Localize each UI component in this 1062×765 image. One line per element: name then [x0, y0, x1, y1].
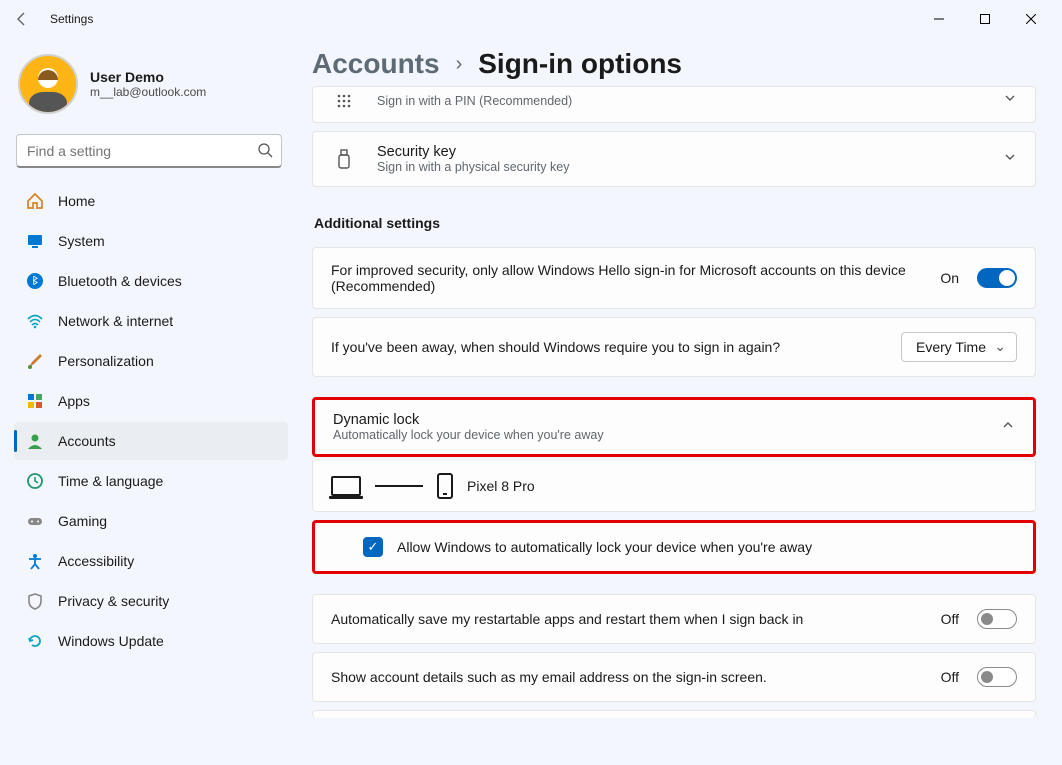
nav-gaming[interactable]: Gaming [14, 502, 288, 540]
nav-label: Network & internet [58, 313, 173, 329]
update-icon [26, 632, 44, 650]
allow-autolock-row[interactable]: ✓ Allow Windows to automatically lock yo… [312, 520, 1036, 574]
breadcrumb-parent[interactable]: Accounts [312, 48, 440, 80]
nav-label: Accessibility [58, 553, 134, 569]
require-signin-row: If you've been away, when should Windows… [312, 317, 1036, 377]
back-button[interactable] [8, 5, 36, 33]
accessibility-icon [26, 552, 44, 570]
nav-label: Time & language [58, 473, 163, 489]
nav-label: Apps [58, 393, 90, 409]
window-title: Settings [50, 12, 93, 26]
chevron-up-icon [1001, 418, 1015, 437]
person-icon [26, 432, 44, 450]
bluetooth-icon [26, 272, 44, 290]
toggle-state-label: Off [941, 669, 959, 685]
nav-apps[interactable]: Apps [14, 382, 288, 420]
nav-system[interactable]: System [14, 222, 288, 260]
require-signin-text: If you've been away, when should Windows… [331, 339, 887, 355]
usb-key-icon [331, 148, 357, 170]
allow-autolock-checkbox[interactable]: ✓ [363, 537, 383, 557]
nav-label: Personalization [58, 353, 154, 369]
restart-apps-toggle[interactable] [977, 609, 1017, 629]
nav-bluetooth[interactable]: Bluetooth & devices [14, 262, 288, 300]
security-key-title: Security key [377, 144, 993, 160]
dynamic-lock-subtitle: Automatically lock your device when you'… [333, 428, 991, 442]
show-account-details-text: Show account details such as my email ad… [331, 669, 927, 685]
show-account-details-row: Show account details such as my email ad… [312, 652, 1036, 702]
dynamic-lock-devices: Pixel 8 Pro [312, 461, 1036, 512]
laptop-icon [331, 476, 361, 496]
clock-icon [26, 472, 44, 490]
apps-icon [26, 392, 44, 410]
restart-apps-row: Automatically save my restartable apps a… [312, 594, 1036, 644]
toggle-state-label: Off [941, 611, 959, 627]
nav-privacy[interactable]: Privacy & security [14, 582, 288, 620]
security-key-subtitle: Sign in with a physical security key [377, 160, 993, 174]
nav-personalization[interactable]: Personalization [14, 342, 288, 380]
nav-label: Home [58, 193, 95, 209]
dynamic-lock-header[interactable]: Dynamic lock Automatically lock your dev… [312, 397, 1036, 457]
nav-label: Gaming [58, 513, 107, 529]
profile-email: m__lab@outlook.com [90, 85, 206, 99]
hello-only-row: For improved security, only allow Window… [312, 247, 1036, 309]
avatar [18, 54, 78, 114]
page-title: Sign-in options [478, 48, 682, 80]
additional-settings-heading: Additional settings [314, 215, 1036, 231]
chevron-down-icon [1003, 91, 1017, 110]
nav-time[interactable]: Time & language [14, 462, 288, 500]
search-input[interactable] [16, 134, 282, 168]
wifi-icon [26, 312, 44, 330]
nav-label: Bluetooth & devices [58, 273, 182, 289]
show-account-details-toggle[interactable] [977, 667, 1017, 687]
link-line-icon [375, 485, 423, 487]
phone-icon [437, 473, 453, 499]
nav-label: Privacy & security [58, 593, 169, 609]
gamepad-icon [26, 512, 44, 530]
nav-accounts[interactable]: Accounts [14, 422, 288, 460]
paired-device-name: Pixel 8 Pro [467, 478, 535, 494]
dynamic-lock-title: Dynamic lock [333, 412, 991, 428]
partial-next-row [312, 710, 1036, 718]
chevron-down-icon [1003, 150, 1017, 169]
nav-accessibility[interactable]: Accessibility [14, 542, 288, 580]
nav-label: System [58, 233, 105, 249]
toggle-state-label: On [940, 270, 959, 286]
security-key-row[interactable]: Security key Sign in with a physical sec… [312, 131, 1036, 187]
chevron-right-icon: › [456, 53, 463, 76]
pin-option-row[interactable]: Sign in with a PIN (Recommended) [312, 86, 1036, 123]
brush-icon [26, 352, 44, 370]
allow-autolock-label: Allow Windows to automatically lock your… [397, 539, 812, 555]
pin-subtitle: Sign in with a PIN (Recommended) [377, 94, 993, 108]
search-icon [257, 142, 273, 163]
shield-icon [26, 592, 44, 610]
minimize-button[interactable] [916, 4, 962, 34]
profile-name: User Demo [90, 69, 206, 85]
pin-keypad-icon [331, 92, 357, 110]
nav-label: Windows Update [58, 633, 164, 649]
home-icon [26, 192, 44, 210]
breadcrumb: Accounts › Sign-in options [312, 48, 1036, 80]
nav-update[interactable]: Windows Update [14, 622, 288, 660]
profile-block[interactable]: User Demo m__lab@outlook.com [14, 48, 288, 132]
hello-only-toggle[interactable] [977, 268, 1017, 288]
nav-network[interactable]: Network & internet [14, 302, 288, 340]
require-signin-select[interactable]: Every Time [901, 332, 1017, 362]
restart-apps-text: Automatically save my restartable apps a… [331, 611, 927, 627]
nav-home[interactable]: Home [14, 182, 288, 220]
close-button[interactable] [1008, 4, 1054, 34]
maximize-button[interactable] [962, 4, 1008, 34]
hello-only-text: For improved security, only allow Window… [331, 262, 926, 294]
nav-label: Accounts [58, 433, 116, 449]
system-icon [26, 232, 44, 250]
